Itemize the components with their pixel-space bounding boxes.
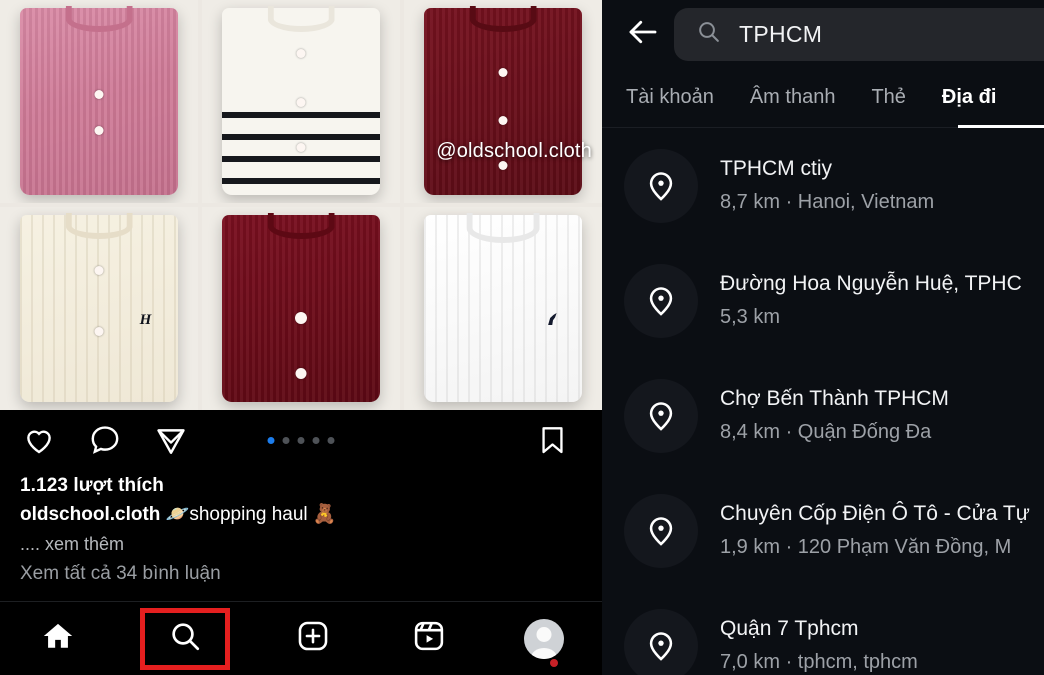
- location-title: Chợ Bến Thành TPHCM: [720, 387, 949, 410]
- like-count: 1.123 lượt thích: [20, 475, 164, 496]
- see-more-link[interactable]: .... xem thêm: [20, 530, 582, 558]
- home-icon: [41, 619, 75, 658]
- search-input[interactable]: TPHCM: [674, 7, 1044, 61]
- search-header: TPHCM: [602, 0, 1044, 68]
- notification-dot: [550, 658, 559, 667]
- caption-text: 🪐shopping haul 🧸: [160, 504, 337, 525]
- list-item[interactable]: Chuyên Cốp Điện Ô Tô - Cửa Tự 1,9 km · 1…: [602, 473, 1044, 588]
- photo-garment-grid: H: [0, 0, 602, 410]
- nav-item-home[interactable]: [25, 611, 91, 667]
- nav-item-search[interactable]: [140, 607, 231, 670]
- search-icon: [168, 619, 202, 658]
- list-item[interactable]: Chợ Bến Thành TPHCM 8,4 km · Quận Đống Đ…: [602, 358, 1044, 473]
- carousel-dot[interactable]: [297, 436, 305, 444]
- location-title: Quận 7 Tphcm: [720, 617, 859, 640]
- caption-username[interactable]: oldschool.cloth: [20, 504, 160, 525]
- polo-pony-icon: [548, 313, 557, 326]
- photo-watermark: @oldschool.cloth: [436, 140, 592, 163]
- carousel-dot[interactable]: [327, 436, 335, 444]
- location-subtitle: 7,0 km · tphcm, tphcm: [720, 651, 918, 673]
- post-caption-block: 1.123 lượt thích oldschool.cloth 🪐shoppi…: [0, 472, 602, 589]
- garment-burgundy-cardigan: [202, 207, 400, 410]
- nav-item-reels[interactable]: [396, 611, 462, 667]
- tab-audio[interactable]: Âm thanh: [732, 68, 854, 128]
- monogram-h-icon: H: [139, 312, 152, 329]
- bookmark-icon[interactable]: [536, 424, 569, 457]
- post-action-row: [0, 410, 602, 470]
- location-pin-icon: [624, 148, 698, 223]
- location-subtitle: 8,7 km · Hanoi, Vietnam: [720, 191, 935, 213]
- carousel-dots: [267, 436, 335, 444]
- garment-white-cable-sweater: [404, 207, 602, 410]
- location-title: Đường Hoa Nguyễn Huệ, TPHC: [720, 272, 1022, 295]
- post-photo[interactable]: H @oldschool.cloth: [0, 0, 602, 410]
- location-title: Chuyên Cốp Điện Ô Tô - Cửa Tự: [720, 502, 1030, 525]
- carousel-dot[interactable]: [267, 436, 275, 444]
- search-results-panel: TPHCM Tài khoản Âm thanh Thẻ Địa đi TPHC…: [602, 0, 1044, 675]
- back-arrow-icon: [625, 14, 661, 55]
- garment-striped-cardigan: [202, 0, 400, 203]
- list-item[interactable]: Quận 7 Tphcm 7,0 km · tphcm, tphcm: [602, 588, 1044, 675]
- comment-icon[interactable]: [88, 423, 122, 457]
- location-pin-icon: [624, 378, 698, 453]
- search-query-value: TPHCM: [739, 20, 823, 47]
- avatar: [524, 618, 565, 659]
- instagram-feed-panel: H @oldschool.cloth 1.123 lượt thích olds…: [0, 0, 602, 675]
- location-subtitle: 8,4 km · Quận Đống Đa: [720, 421, 932, 443]
- garment-pink-cardigan: [0, 0, 198, 203]
- bottom-navigation-bar: [0, 601, 602, 675]
- garment-dark-red-cardigan: [404, 0, 602, 203]
- location-subtitle: 1,9 km · 120 Phạm Văn Đồng, M: [720, 536, 1012, 558]
- location-title: TPHCM ctiy: [720, 157, 832, 180]
- garment-cream-cable-cardigan: H: [0, 207, 198, 410]
- reels-icon: [412, 619, 446, 658]
- location-results-list: TPHCM ctiy 8,7 km · Hanoi, Vietnam Đường…: [602, 128, 1044, 675]
- heart-icon[interactable]: [22, 423, 56, 457]
- search-tab-bar: Tài khoản Âm thanh Thẻ Địa đi: [602, 68, 1044, 128]
- app-screen: H @oldschool.cloth 1.123 lượt thích olds…: [0, 0, 1044, 675]
- plus-square-icon: [296, 619, 330, 658]
- tab-accounts[interactable]: Tài khoản: [602, 68, 732, 128]
- carousel-dot[interactable]: [312, 436, 320, 444]
- location-pin-icon: [624, 608, 698, 675]
- back-button[interactable]: [618, 9, 668, 59]
- carousel-dot[interactable]: [282, 436, 290, 444]
- list-item[interactable]: TPHCM ctiy 8,7 km · Hanoi, Vietnam: [602, 128, 1044, 243]
- nav-item-create[interactable]: [280, 611, 346, 667]
- view-all-comments-link[interactable]: Xem tất cả 34 bình luận: [20, 559, 582, 589]
- search-icon: [696, 19, 721, 49]
- tab-tags[interactable]: Thẻ: [853, 68, 923, 128]
- location-subtitle: 5,3 km: [720, 306, 781, 328]
- post-caption: oldschool.cloth 🪐shopping haul 🧸: [20, 500, 582, 530]
- nav-item-profile[interactable]: [511, 611, 577, 667]
- location-pin-icon: [624, 493, 698, 568]
- list-item[interactable]: Đường Hoa Nguyễn Huệ, TPHC 5,3 km: [602, 243, 1044, 358]
- share-icon[interactable]: [154, 423, 188, 457]
- tab-places[interactable]: Địa đi: [924, 68, 1014, 128]
- location-pin-icon: [624, 263, 698, 338]
- watermark-text: @oldschool.cloth: [436, 140, 592, 162]
